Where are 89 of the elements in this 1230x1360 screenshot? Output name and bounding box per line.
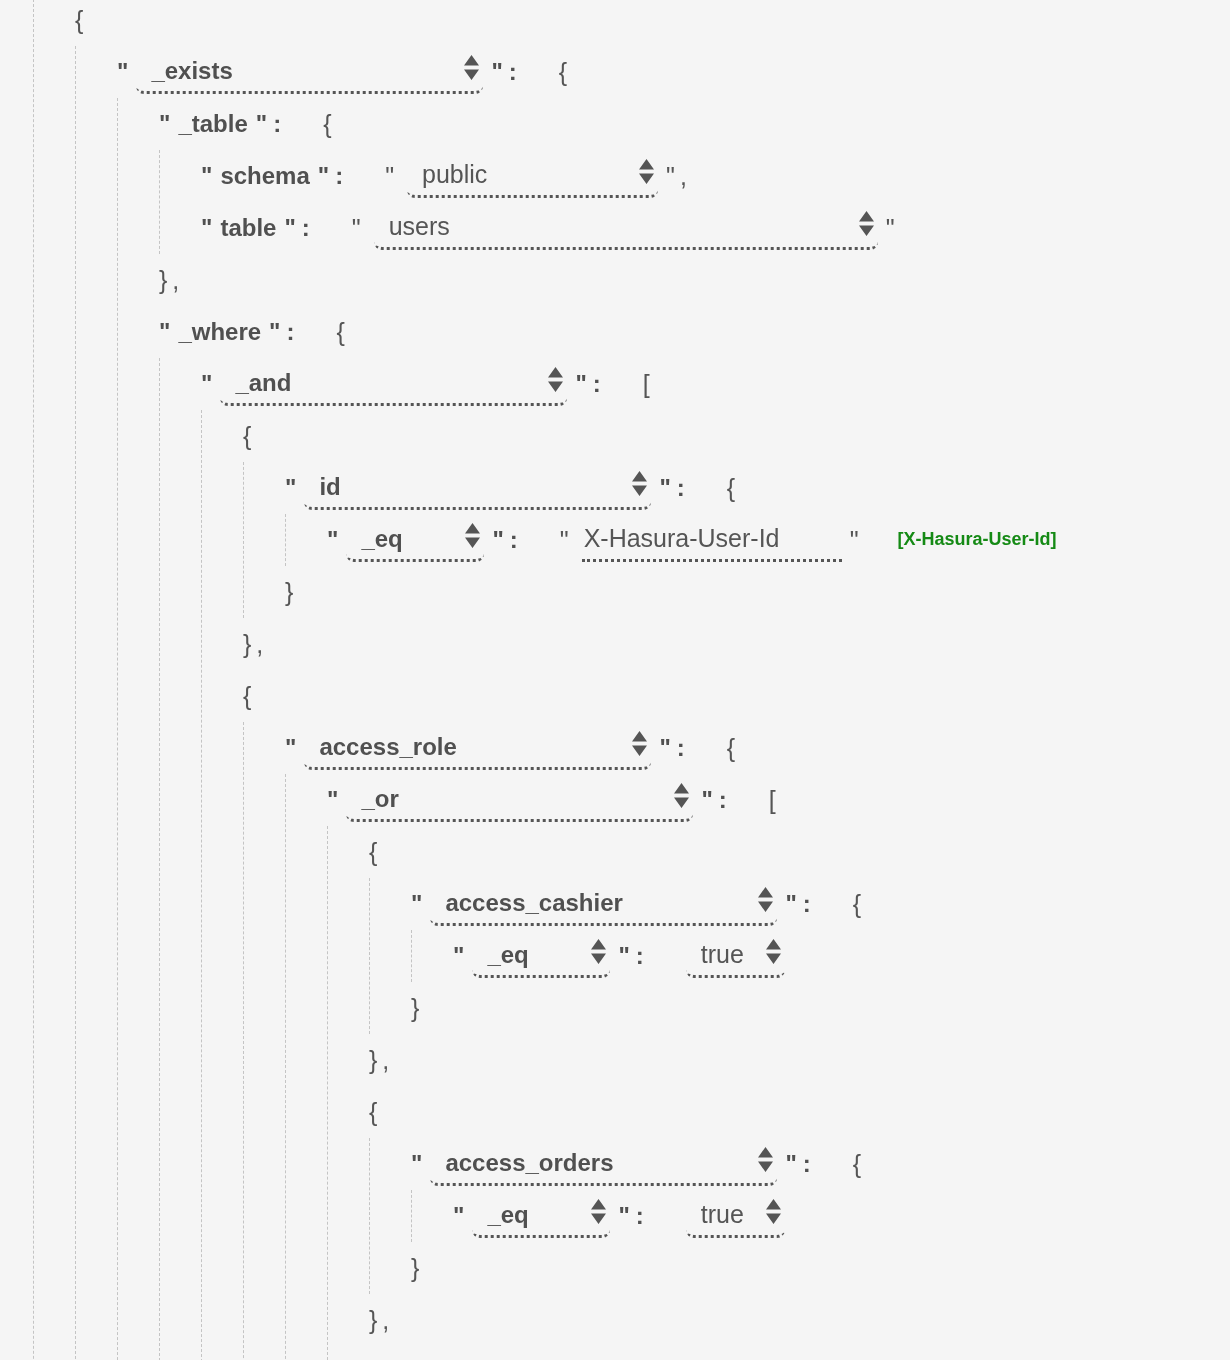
- key-dropdown[interactable]: _exists: [136, 50, 484, 94]
- quote-colon: ":: [701, 785, 733, 815]
- table-dropdown[interactable]: users: [373, 206, 878, 250]
- bracket: {: [336, 317, 350, 347]
- bracket: },: [159, 265, 185, 295]
- bracket: },: [369, 1045, 395, 1075]
- quote-mark: ": [285, 733, 297, 763]
- bracket: {: [852, 889, 867, 919]
- schema-dropdown[interactable]: public: [407, 154, 659, 198]
- quote-mark: ": [159, 109, 171, 139]
- quote-mark: ": [201, 213, 213, 243]
- up-down-caret-icon: [591, 939, 607, 964]
- bracket: },: [243, 629, 269, 659]
- quote-colon: ":: [284, 213, 316, 243]
- bracket: {: [243, 681, 257, 711]
- key-dropdown[interactable]: id: [304, 466, 652, 510]
- bracket: {: [323, 109, 337, 139]
- quote-colon: ":: [317, 161, 350, 191]
- up-down-caret-icon: [465, 523, 481, 548]
- quote-mark: ": [453, 1201, 465, 1231]
- bracket: {: [369, 837, 383, 867]
- quote-colon: ":: [269, 317, 301, 347]
- operator-dropdown[interactable]: _eq: [472, 934, 611, 978]
- key-dropdown[interactable]: access_cashier: [430, 882, 778, 926]
- up-down-caret-icon: [765, 1199, 781, 1224]
- key-dropdown[interactable]: access_orders: [430, 1142, 778, 1186]
- up-down-caret-icon: [464, 55, 480, 80]
- session-variable-hint: [X-Hasura-User-Id]: [897, 529, 1057, 551]
- up-down-caret-icon: [758, 887, 774, 912]
- quote-mark: ": [453, 941, 465, 971]
- quote-mark: ": [327, 525, 339, 555]
- quote-colon: ":: [255, 109, 288, 139]
- quote-colon: ":: [785, 1149, 817, 1179]
- quote-colon: ":: [659, 733, 691, 763]
- operator-dropdown[interactable]: _eq: [346, 518, 485, 562]
- quote-mark: ": [351, 213, 366, 243]
- key-text: table: [220, 213, 277, 243]
- up-down-caret-icon: [591, 1199, 607, 1224]
- bracket: {: [726, 733, 741, 763]
- value-input[interactable]: X-Hasura-User-Id: [581, 518, 842, 562]
- up-down-caret-icon: [758, 1147, 774, 1172]
- up-down-caret-icon: [674, 783, 690, 808]
- quote-colon: ":: [785, 889, 817, 919]
- quote-colon: ":: [618, 1201, 650, 1231]
- bracket: {: [558, 57, 573, 87]
- key-dropdown[interactable]: access_role: [304, 726, 652, 770]
- up-down-caret-icon: [548, 367, 564, 392]
- quote-colon: ":: [659, 473, 691, 503]
- up-down-caret-icon: [632, 731, 648, 756]
- quote-mark: ": [117, 57, 129, 87]
- quote-mark: ": [201, 161, 213, 191]
- bracket: [: [642, 369, 655, 399]
- value-dropdown[interactable]: true: [685, 1194, 785, 1238]
- bracket: {: [852, 1149, 867, 1179]
- quote-mark: ",: [666, 161, 692, 191]
- quote-mark: ": [285, 473, 297, 503]
- key-text: _where: [178, 317, 262, 347]
- bracket: }: [411, 993, 425, 1023]
- quote-mark: ": [849, 525, 864, 555]
- quote-colon: ":: [491, 57, 523, 87]
- up-down-caret-icon: [639, 159, 655, 184]
- bracket: [: [768, 785, 781, 815]
- key-dropdown[interactable]: _or: [346, 778, 694, 822]
- key-dropdown[interactable]: _and: [220, 362, 568, 406]
- quote-colon: ":: [618, 941, 650, 971]
- key-text: schema: [220, 161, 310, 191]
- bracket: },: [369, 1305, 395, 1335]
- quote-mark: ": [885, 213, 900, 243]
- quote-mark: ": [327, 785, 339, 815]
- quote-mark: ": [159, 317, 171, 347]
- bracket: }: [411, 1253, 425, 1283]
- quote-mark: ": [411, 1149, 423, 1179]
- key-text: _table: [178, 109, 248, 139]
- quote-mark: ": [559, 525, 574, 555]
- bracket: }: [285, 577, 299, 607]
- bracket: {: [75, 5, 89, 35]
- up-down-caret-icon: [765, 939, 781, 964]
- up-down-caret-icon: [632, 471, 648, 496]
- bracket: {: [726, 473, 741, 503]
- bracket: {: [243, 421, 257, 451]
- quote-colon: ":: [575, 369, 607, 399]
- operator-dropdown[interactable]: _eq: [472, 1194, 611, 1238]
- quote-mark: ": [385, 161, 400, 191]
- bracket: {: [369, 1097, 383, 1127]
- quote-mark: ": [201, 369, 213, 399]
- quote-mark: ": [411, 889, 423, 919]
- up-down-caret-icon: [858, 211, 874, 236]
- quote-colon: ":: [492, 525, 524, 555]
- value-dropdown[interactable]: true: [685, 934, 785, 978]
